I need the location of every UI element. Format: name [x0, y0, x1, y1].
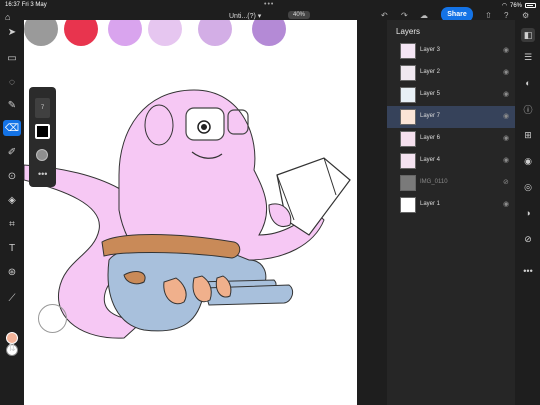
layer-name: Layer 3 — [420, 47, 441, 53]
layer-name: Layer 4 — [420, 157, 441, 163]
adjustments-icon[interactable]: ☰ — [521, 50, 535, 64]
crop-icon[interactable]: ⌗ — [3, 216, 21, 232]
eye-icon[interactable]: ◉ — [503, 156, 509, 164]
hide-icon[interactable]: ⊘ — [521, 232, 535, 246]
layer-row[interactable]: Layer 5 ◉ — [387, 84, 515, 106]
brush-size-slider[interactable]: 7 — [35, 98, 50, 118]
layer-row[interactable]: Layer 2 ◉ — [387, 62, 515, 84]
settings-icon[interactable]: ⚙ — [522, 11, 529, 20]
layer-thumbnail — [400, 43, 416, 59]
layers-panel-title: Layers — [396, 27, 421, 36]
multitask-dots[interactable]: ••• — [264, 1, 274, 8]
layer-thumbnail — [400, 131, 416, 147]
layer-thumbnail — [400, 197, 416, 213]
status-right: ◠ 76% — [502, 2, 536, 9]
type-icon[interactable]: T — [3, 240, 21, 256]
status-time: 16:37 Fri 3 May — [5, 2, 47, 8]
eye-icon[interactable]: ◉ — [503, 90, 509, 98]
brush-color-swatch[interactable] — [35, 124, 50, 139]
wifi-icon: ◠ — [501, 3, 507, 9]
eye-icon[interactable]: ◉ — [503, 134, 509, 142]
layer-name: Layer 5 — [420, 91, 441, 97]
layer-thumbnail — [400, 109, 416, 125]
redo-icon[interactable]: ↷ — [401, 11, 408, 20]
layers-panel: Layers Layer 3 ◉ Layer 2 ◉ Layer 5 ◉ Layer 7 ◉ L… — [387, 20, 515, 405]
swap-colors-icon[interactable]: ⇅ — [3, 340, 21, 356]
undo-icon[interactable]: ↶ — [381, 11, 388, 20]
layer-name: IMG_0110 — [420, 179, 448, 185]
layer-name: Layer 7 — [420, 113, 441, 119]
select-icon[interactable]: ▭ — [3, 50, 21, 66]
eyedropper-icon[interactable]: ⟋ — [3, 290, 21, 306]
eye-hidden-icon[interactable]: ⊘ — [503, 178, 509, 186]
brush-settings-panel: 7 ••• — [29, 87, 56, 187]
tool-rail: ➤ ▭ ◌ ✎ ⌫ ✐ ⊙ ◈ ⌗ T ⊛ ⟋ ⇅ — [0, 20, 24, 405]
creature-ear — [144, 104, 174, 146]
eraser-icon[interactable]: ⌫ — [3, 120, 21, 136]
layer-row[interactable]: Layer 6 ◉ — [387, 128, 515, 150]
pattern-icon[interactable]: ⊛ — [3, 264, 21, 280]
right-gutter — [357, 20, 387, 405]
clone-icon[interactable]: ⊙ — [3, 168, 21, 184]
right-rail: ◧ ☰ ◐ ⓘ ⊞ ◉ ◎ ◑ ⊘ ••• — [515, 20, 540, 405]
artwork — [24, 89, 351, 339]
clip-icon[interactable]: ◑ — [521, 206, 535, 220]
layer-thumbnail — [400, 65, 416, 81]
battery-percent: 76% — [509, 2, 522, 9]
export-icon[interactable]: ⇧ — [485, 11, 492, 20]
eye-icon[interactable]: ◉ — [503, 200, 509, 208]
more-icon[interactable]: ••• — [521, 264, 535, 278]
eye-icon[interactable]: ◉ — [503, 112, 509, 120]
document-title[interactable]: Unti...(?) ▾ — [229, 12, 261, 20]
brush-hardness-dot[interactable] — [36, 149, 48, 161]
eye-icon[interactable]: ◉ — [503, 68, 509, 76]
zoom-level[interactable]: 40% — [288, 11, 311, 19]
cloud-icon[interactable]: ☁ — [420, 11, 428, 20]
layer-thumbnail — [400, 153, 416, 169]
canvas[interactable] — [24, 20, 357, 405]
help-icon[interactable]: ? — [504, 11, 508, 20]
brush-cursor — [38, 304, 67, 333]
more-icon[interactable]: ••• — [38, 169, 47, 179]
layer-row[interactable]: Layer 7 ◉ — [387, 106, 515, 128]
layer-row[interactable]: Layer 3 ◉ — [387, 40, 515, 62]
battery-icon — [525, 3, 536, 8]
fill-icon[interactable]: ◈ — [3, 192, 21, 208]
eye-icon[interactable]: ◉ — [503, 46, 509, 54]
layer-name: Layer 1 — [420, 201, 441, 207]
layer-thumbnail — [400, 87, 416, 103]
brush-icon[interactable]: ✎ — [3, 97, 21, 113]
layer-thumbnail — [400, 175, 416, 191]
filters-icon[interactable]: ◐ — [521, 76, 535, 90]
layer-row[interactable]: IMG_0110 ⊘ — [387, 172, 515, 194]
lasso-icon[interactable]: ◌ — [3, 74, 21, 90]
add-layer-icon[interactable]: ⊞ — [521, 128, 535, 142]
move-icon[interactable]: ➤ — [3, 24, 21, 40]
smudge-icon[interactable]: ✐ — [3, 144, 21, 160]
visibility-icon[interactable]: ◉ — [521, 154, 535, 168]
layers-icon[interactable]: ◧ — [521, 28, 535, 42]
layer-row[interactable]: Layer 1 ◉ — [387, 194, 515, 216]
layer-name: Layer 2 — [420, 69, 441, 75]
layer-name: Layer 6 — [420, 135, 441, 141]
info-icon[interactable]: ⓘ — [521, 102, 535, 116]
layer-row[interactable]: Layer 4 ◉ — [387, 150, 515, 172]
mask-icon[interactable]: ◎ — [521, 180, 535, 194]
